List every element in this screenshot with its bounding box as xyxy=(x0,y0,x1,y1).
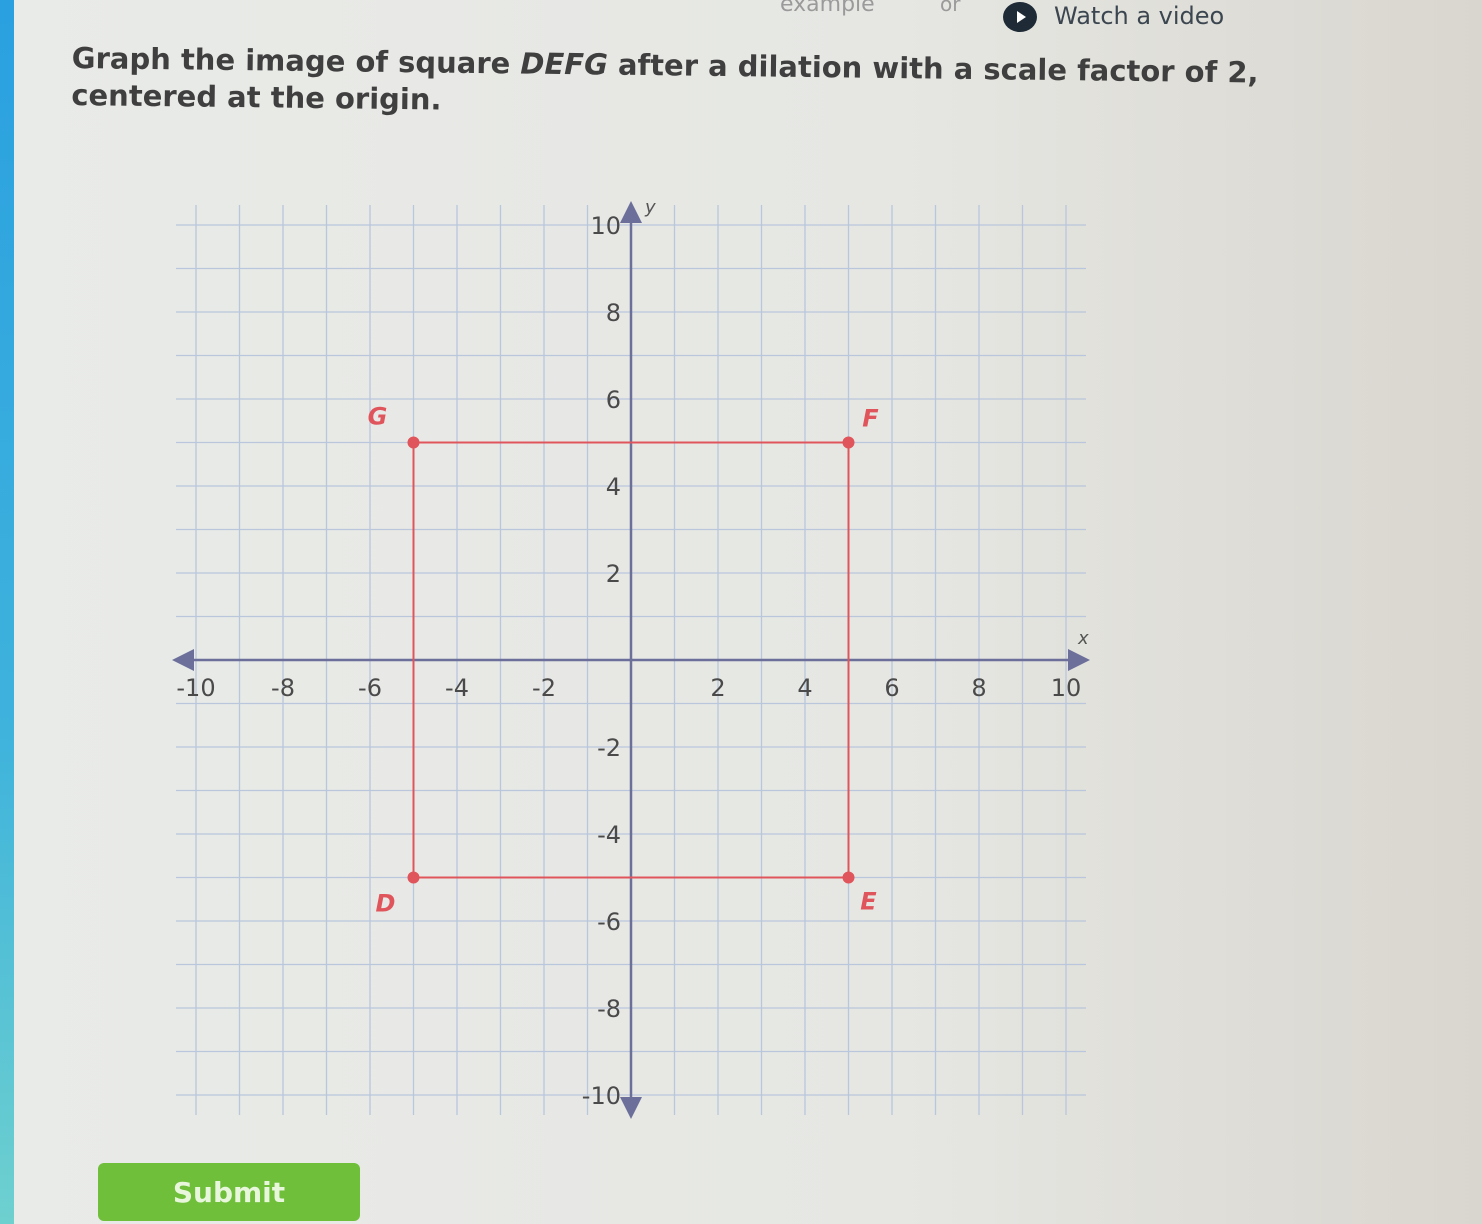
y-tick-label: -2 xyxy=(597,734,621,762)
x-tick-label: 2 xyxy=(710,674,725,702)
vertex-label-g: G xyxy=(368,403,388,431)
x-tick-label: -2 xyxy=(532,674,556,702)
y-tick-label: 4 xyxy=(606,473,621,501)
shape-name: DEFG xyxy=(520,46,609,82)
x-tick-label: 6 xyxy=(884,674,899,702)
vertex-point-d xyxy=(407,871,420,884)
x-tick-label: -4 xyxy=(445,674,469,702)
x-axis-label: x xyxy=(1077,628,1089,649)
y-tick-label: -10 xyxy=(582,1082,621,1110)
question-text: Graph the image of square DEFG after a d… xyxy=(71,40,1402,130)
vertex-label-f: F xyxy=(862,405,879,433)
y-tick-label: -6 xyxy=(597,908,621,936)
vertex-point-g xyxy=(407,436,420,449)
y-tick-label: -4 xyxy=(597,821,621,849)
y-tick-label: 8 xyxy=(606,299,621,327)
play-circle-icon[interactable] xyxy=(1003,2,1037,32)
y-tick-label: 6 xyxy=(606,386,621,414)
y-tick-label: -8 xyxy=(597,995,621,1023)
graph-canvas[interactable]: x y -10 -8 -6 -4 -2 2 4 6 8 10 10 8 6 4 2 -2 -4 -6 -8 -10 D E F G xyxy=(140,170,1090,1130)
x-tick-label: -10 xyxy=(176,674,215,702)
submit-button[interactable]: Submit xyxy=(98,1163,360,1221)
watch-video-link[interactable]: Watch a video xyxy=(1054,2,1224,30)
vertex-point-f xyxy=(842,436,855,449)
question-part-1: Graph the image of square xyxy=(71,40,521,81)
or-text: or xyxy=(940,0,961,16)
vertex-label-d: D xyxy=(376,890,396,918)
top-bar: example or Watch a video xyxy=(560,0,1260,36)
coordinate-graph[interactable]: x y -10 -8 -6 -4 -2 2 4 6 8 10 10 8 6 4 2 -2 -4 -6 -8 -10 D E F G xyxy=(140,170,1090,1130)
example-link[interactable]: example xyxy=(780,0,875,17)
x-tick-label: 10 xyxy=(1051,674,1082,702)
y-axis-arrow-up-icon xyxy=(620,201,642,223)
left-edge-accent xyxy=(0,0,14,1224)
y-axis-arrow-down-icon xyxy=(620,1097,642,1119)
x-axis-arrow-right-icon xyxy=(1068,649,1090,671)
vertex-point-e xyxy=(842,871,855,884)
x-axis-arrow-left-icon xyxy=(172,649,194,671)
y-axis-label: y xyxy=(644,197,656,218)
x-tick-label: -8 xyxy=(271,674,295,702)
vertex-label-e: E xyxy=(860,888,877,916)
y-tick-label: 2 xyxy=(606,560,621,588)
x-tick-label: 8 xyxy=(971,674,986,702)
y-tick-label: 10 xyxy=(590,212,621,240)
x-tick-label: 4 xyxy=(797,674,812,702)
x-tick-label: -6 xyxy=(358,674,382,702)
